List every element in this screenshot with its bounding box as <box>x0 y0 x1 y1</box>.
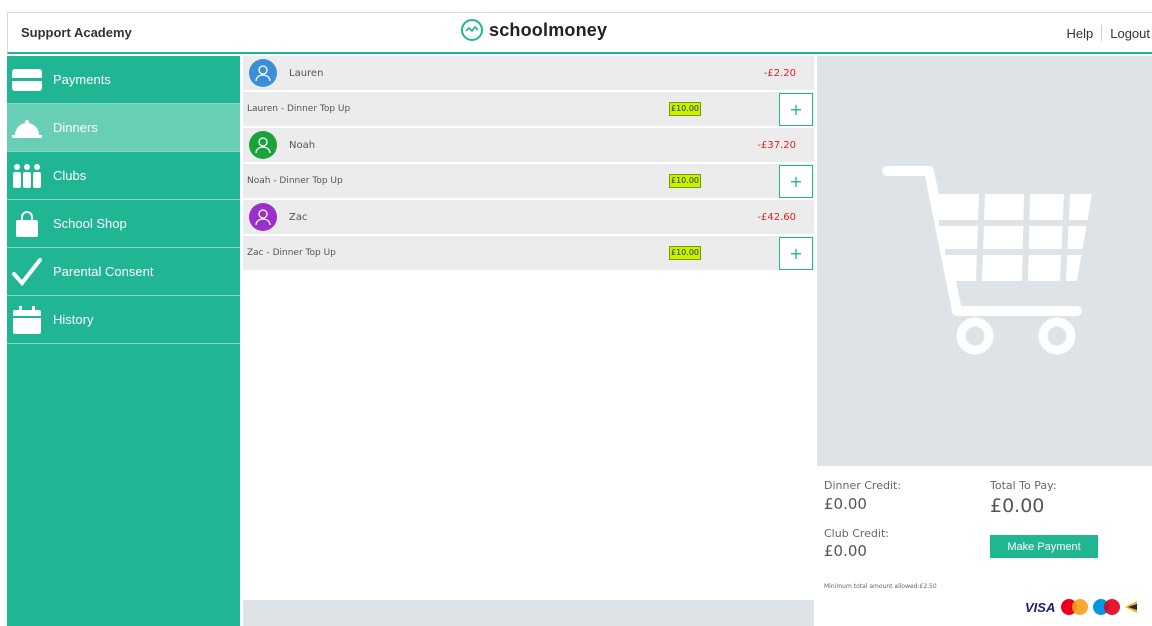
sidebar-item-clubs[interactable]: Clubs <box>7 152 240 200</box>
avatar <box>249 203 277 231</box>
clubs-people-icon <box>12 161 42 191</box>
topup-row: Lauren - Dinner Top Up £10.00 + <box>243 92 814 128</box>
top-header: Support Academy schoolmoney Help Logout <box>7 12 1152 54</box>
topup-row: Noah - Dinner Top Up £10.00 + <box>243 164 814 200</box>
student-balance: -£42.60 <box>757 211 796 223</box>
student-row[interactable]: Lauren -£2.20 <box>243 56 814 92</box>
topup-amount-field[interactable]: £10.00 <box>669 174 701 188</box>
shopping-bag-icon <box>12 209 42 239</box>
student-name: Zac <box>289 211 308 223</box>
sidebar-item-label: School Shop <box>53 216 127 231</box>
minimum-amount-note: Minimum total amount allowed:£2.50 <box>824 583 937 590</box>
sidebar-item-dinners[interactable]: Dinners <box>7 104 240 152</box>
sidebar-item-parental-consent[interactable]: Parental Consent <box>7 248 240 296</box>
dinner-list: Lauren -£2.20 Lauren - Dinner Top Up £10… <box>243 56 814 626</box>
visa-logo: VISA <box>1025 599 1056 615</box>
dinner-credit-value: £0.00 <box>824 495 867 513</box>
brand-logo[interactable]: schoolmoney <box>461 19 607 41</box>
user-icon <box>255 137 271 154</box>
accepted-cards: VISA <box>1025 599 1138 615</box>
help-link[interactable]: Help <box>1066 26 1093 41</box>
logout-link[interactable]: Logout <box>1110 26 1150 41</box>
payment-summary: Dinner Credit: £0.00 Club Credit: £0.00 … <box>817 467 1152 626</box>
card-logo-icon <box>1125 601 1138 613</box>
school-name: Support Academy <box>21 25 132 40</box>
app-frame: Support Academy schoolmoney Help Logout … <box>0 0 1152 626</box>
dinner-cloche-icon <box>12 113 42 143</box>
club-credit-label: Club Credit: <box>824 527 889 540</box>
student-row[interactable]: Zac -£42.60 <box>243 200 814 236</box>
student-balance: -£2.20 <box>763 67 796 79</box>
shopping-cart-icon <box>882 166 1092 355</box>
sidebar-item-label: Clubs <box>53 168 87 183</box>
link-divider <box>1101 25 1103 41</box>
sidebar-item-label: Parental Consent <box>53 264 154 279</box>
add-to-basket-button[interactable]: + <box>779 93 813 126</box>
basket-panel <box>817 56 1152 466</box>
brand-name: schoolmoney <box>489 19 608 40</box>
student-name: Lauren <box>289 67 324 79</box>
payments-card-icon <box>12 65 42 95</box>
user-icon <box>255 65 271 82</box>
topup-row: Zac - Dinner Top Up £10.00 + <box>243 236 814 272</box>
sidebar-item-history[interactable]: History <box>7 296 240 344</box>
add-to-basket-button[interactable]: + <box>779 237 813 270</box>
topup-amount-field[interactable]: £10.00 <box>669 246 701 260</box>
avatar <box>249 59 277 87</box>
topup-label: Noah - Dinner Top Up <box>247 176 343 186</box>
header-links: Help Logout <box>1066 25 1150 41</box>
user-icon <box>255 209 271 226</box>
student-balance: -£37.20 <box>757 139 796 151</box>
list-footer <box>243 600 814 626</box>
mastercard-logo <box>1061 599 1089 615</box>
sidebar-item-payments[interactable]: Payments <box>7 56 240 104</box>
club-credit-value: £0.00 <box>824 542 867 560</box>
sidebar-item-label: Dinners <box>53 120 98 135</box>
checkmark-icon <box>12 257 42 287</box>
dinner-credit-label: Dinner Credit: <box>824 479 902 492</box>
calendar-icon <box>12 305 42 335</box>
make-payment-button[interactable]: Make Payment <box>990 535 1098 558</box>
add-to-basket-button[interactable]: + <box>779 165 813 198</box>
student-row[interactable]: Noah -£37.20 <box>243 128 814 164</box>
student-name: Noah <box>289 139 316 151</box>
sidebar-nav: Payments Dinners Clubs School Shop Paren… <box>7 56 240 626</box>
total-to-pay-value: £0.00 <box>990 495 1045 517</box>
topup-amount-field[interactable]: £10.00 <box>669 102 701 116</box>
topup-label: Zac - Dinner Top Up <box>247 248 336 258</box>
avatar <box>249 131 277 159</box>
schoolmoney-logo-icon <box>461 19 483 41</box>
total-to-pay-label: Total To Pay: <box>990 479 1057 492</box>
maestro-logo <box>1093 599 1121 615</box>
topup-label: Lauren - Dinner Top Up <box>247 104 351 114</box>
sidebar-item-label: History <box>53 312 94 327</box>
sidebar-item-label: Payments <box>53 72 111 87</box>
sidebar-item-school-shop[interactable]: School Shop <box>7 200 240 248</box>
